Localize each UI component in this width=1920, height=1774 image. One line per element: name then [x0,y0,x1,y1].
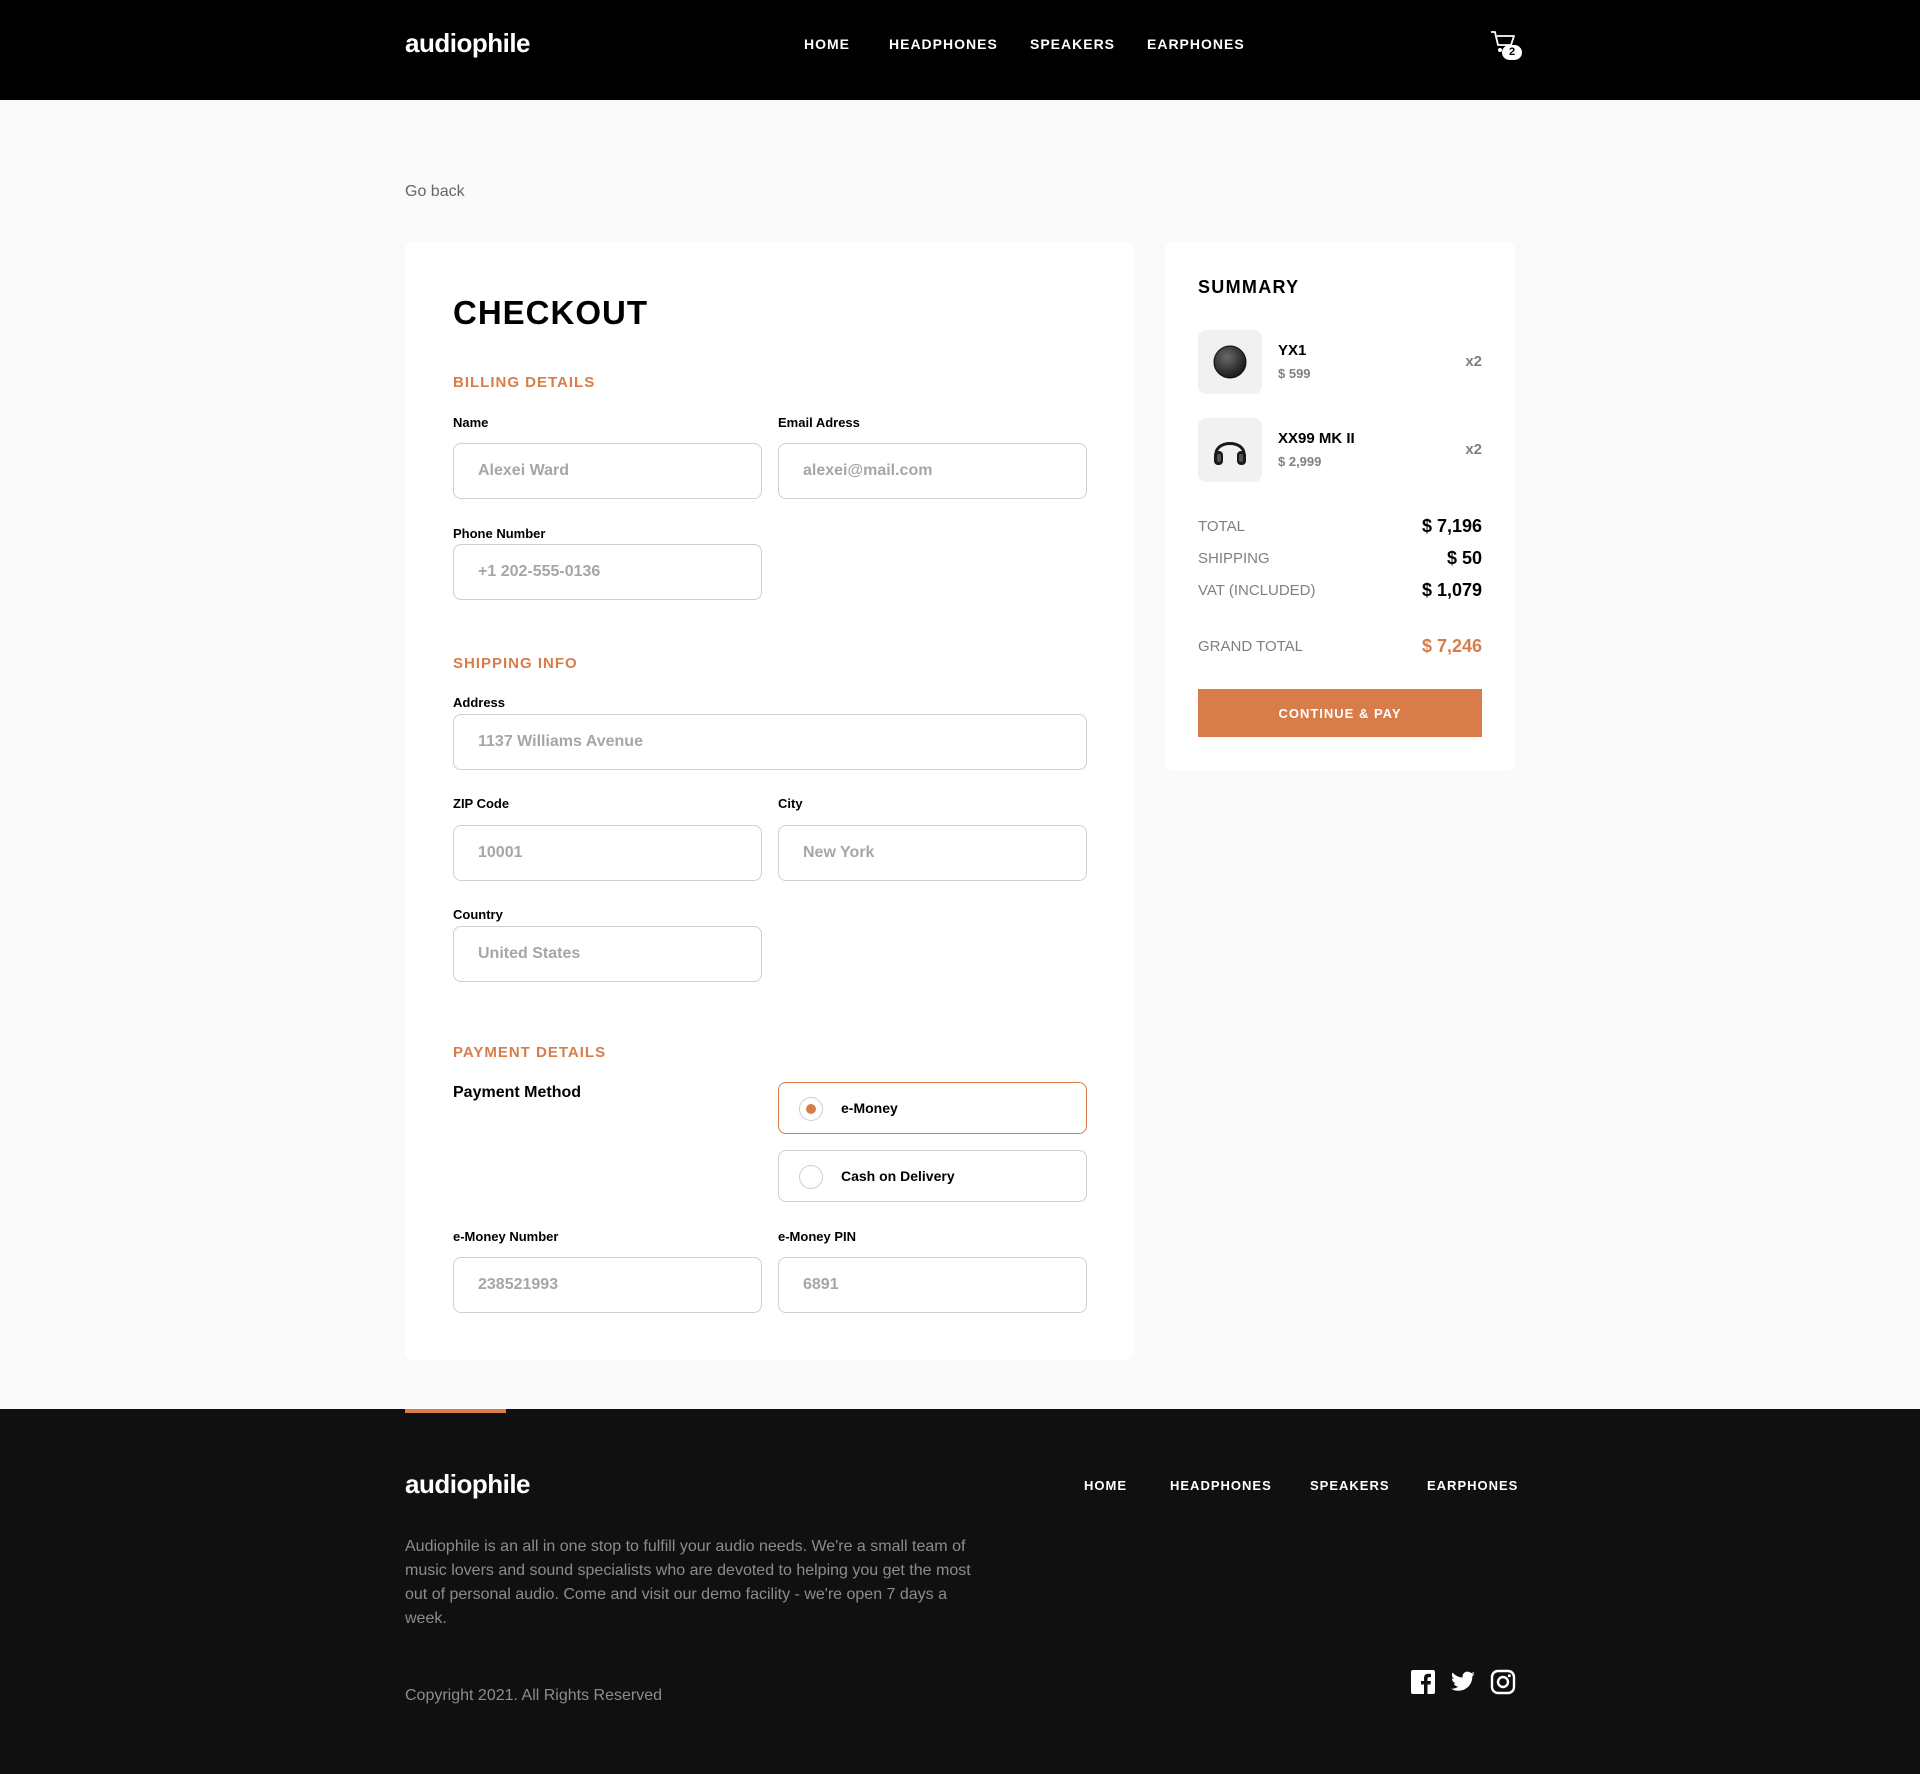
nav-home[interactable]: HOME [804,36,850,52]
facebook-icon[interactable] [1410,1669,1436,1695]
payment-option-label: e-Money [841,1100,898,1116]
footer-nav-home[interactable]: HOME [1084,1478,1127,1493]
product-thumbnail [1198,330,1262,394]
payment-option-cash[interactable]: Cash on Delivery [778,1150,1087,1202]
headphones-icon [1214,442,1246,465]
checkout-title: CHECKOUT [453,294,648,331]
main-nav: HOME HEADPHONES SPEAKERS EARPHONES [0,36,1920,56]
nav-headphones[interactable]: HEADPHONES [889,36,998,52]
nav-speakers[interactable]: SPEAKERS [1030,36,1115,52]
emoney-pin-input[interactable] [778,1257,1087,1313]
payment-option-label: Cash on Delivery [841,1168,955,1184]
zip-label: ZIP Code [453,796,510,811]
city-label: City [778,796,803,811]
email-label: Email Adress [778,415,860,430]
vat-row: VAT (INCLUDED) $ 1,079 [1198,580,1482,602]
item-name: XX99 MK II [1278,430,1355,447]
shipping-label: SHIPPING [1198,550,1270,567]
twitter-icon[interactable] [1450,1669,1476,1695]
item-price: $ 2,999 [1278,454,1322,469]
order-summary: SUMMARY YX1 $ 599 x2 XX99 MK II $ 2,999 … [1165,242,1515,771]
phone-label: Phone Number [453,526,546,541]
address-input[interactable] [453,714,1087,770]
address-label: Address [453,695,506,710]
item-name: YX1 [1278,342,1307,359]
vat-value: $ 1,079 [1421,580,1482,600]
cart-count-badge: 2 [1502,45,1522,60]
cart-button[interactable]: 2 [1490,30,1526,66]
country-label: Country [453,907,503,922]
total-row: TOTAL $ 7,196 [1198,516,1482,538]
nav-earphones[interactable]: EARPHONES [1147,36,1245,52]
country-input[interactable] [453,926,762,982]
product-thumbnail [1198,418,1262,482]
shipping-row: SHIPPING $ 50 [1198,548,1482,570]
footer-nav-earphones[interactable]: EARPHONES [1427,1478,1518,1493]
go-back-link[interactable]: Go back [405,183,465,201]
radio-button[interactable] [799,1165,823,1189]
summary-item: YX1 $ 599 x2 [1198,330,1482,394]
payment-details-heading: PAYMENT DETAILS [453,1044,607,1061]
shipping-value: $ 50 [1446,548,1482,568]
radio-selected-dot [806,1104,816,1114]
continue-and-pay-button[interactable]: CONTINUE & PAY [1198,689,1482,737]
grand-total-label: GRAND TOTAL [1198,638,1304,655]
phone-input[interactable] [453,544,762,600]
emoney-number-label: e-Money Number [453,1229,559,1244]
footer-nav-speakers[interactable]: SPEAKERS [1310,1478,1390,1493]
site-header: audiophile HOME HEADPHONES SPEAKERS EARP… [0,0,1920,100]
summary-title: SUMMARY [1198,277,1300,297]
total-label: TOTAL [1198,518,1245,535]
shipping-info-heading: SHIPPING INFO [453,655,578,672]
footer-nav-headphones[interactable]: HEADPHONES [1170,1478,1272,1493]
footer-logo[interactable]: audiophile [405,1469,531,1500]
payment-option-emoney[interactable]: e-Money [778,1082,1087,1134]
footer-accent-bar [405,1409,506,1413]
email-input[interactable] [778,443,1087,499]
footer-description: Audiophile is an all in one stop to fulf… [405,1538,971,1627]
item-price: $ 599 [1278,366,1311,381]
grand-total-row: GRAND TOTAL $ 7,246 [1198,636,1482,658]
vat-label: VAT (INCLUDED) [1198,582,1316,599]
earphones-icon [1213,345,1247,379]
total-value: $ 7,196 [1421,516,1482,536]
emoney-pin-label: e-Money PIN [778,1229,857,1244]
radio-button[interactable] [799,1097,823,1121]
city-input[interactable] [778,825,1087,881]
billing-details-heading: BILLING DETAILS [453,374,596,391]
payment-method-label: Payment Method [453,1084,582,1101]
emoney-number-input[interactable] [453,1257,762,1313]
copyright: Copyright 2021. All Rights Reserved [405,1687,663,1704]
item-quantity: x2 [1465,353,1482,370]
name-label: Name [453,415,489,430]
zip-input[interactable] [453,825,762,881]
instagram-icon[interactable] [1490,1669,1516,1695]
grand-total-value: $ 7,246 [1421,636,1482,656]
summary-item: XX99 MK II $ 2,999 x2 [1198,418,1482,482]
site-footer: audiophile HOME HEADPHONES SPEAKERS EARP… [0,1409,1920,1774]
item-quantity: x2 [1465,441,1482,458]
name-input[interactable] [453,443,762,499]
checkout-form: CHECKOUT BILLING DETAILS Name Email Adre… [405,242,1134,1360]
